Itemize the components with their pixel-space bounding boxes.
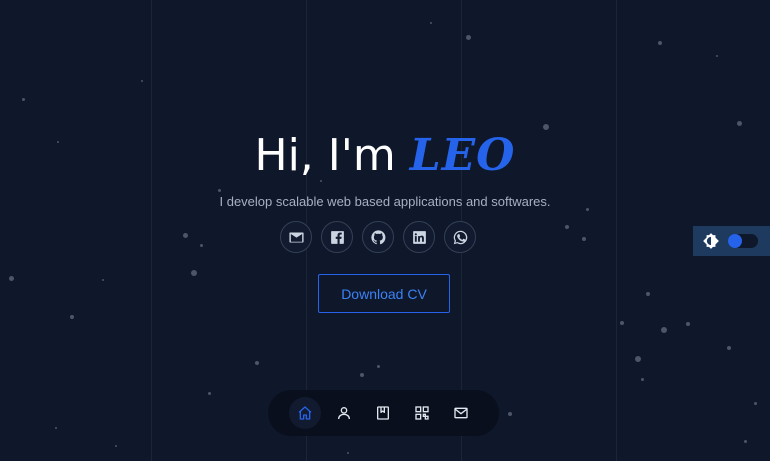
background-particle bbox=[183, 233, 188, 238]
user-icon bbox=[338, 407, 350, 420]
grid-icon bbox=[415, 406, 429, 420]
brightness-icon bbox=[703, 233, 719, 249]
background-particle bbox=[646, 292, 650, 296]
whatsapp-link[interactable] bbox=[444, 221, 476, 253]
nav-experience[interactable] bbox=[367, 397, 399, 429]
background-particle bbox=[661, 327, 667, 333]
hero-section: Hi, I'm LEO I develop scalable web based… bbox=[0, 128, 770, 209]
background-particle bbox=[115, 445, 117, 447]
background-particle bbox=[70, 315, 74, 319]
email-link[interactable] bbox=[280, 221, 312, 253]
background-particle bbox=[737, 121, 742, 126]
mail-icon bbox=[288, 232, 304, 242]
background-particle bbox=[377, 365, 380, 368]
background-particle bbox=[360, 373, 364, 377]
background-particle bbox=[754, 402, 757, 405]
bottom-navigation bbox=[268, 390, 499, 436]
social-links bbox=[280, 221, 476, 253]
background-particle bbox=[716, 55, 718, 57]
theme-toggle[interactable] bbox=[693, 226, 770, 256]
background-particle bbox=[635, 356, 641, 362]
mail-icon bbox=[454, 407, 468, 419]
background-particle bbox=[141, 80, 143, 82]
github-link[interactable] bbox=[362, 221, 394, 253]
background-particle bbox=[508, 412, 512, 416]
facebook-link[interactable] bbox=[321, 221, 353, 253]
bookmark-icon bbox=[377, 406, 389, 420]
nav-about[interactable] bbox=[328, 397, 360, 429]
background-particle bbox=[102, 279, 104, 281]
switch-knob bbox=[728, 234, 742, 248]
download-cv-button[interactable]: Download CV bbox=[318, 274, 450, 313]
nav-home[interactable] bbox=[289, 397, 321, 429]
background-particle bbox=[430, 22, 432, 24]
background-particle bbox=[466, 35, 471, 40]
hero-name: LEO bbox=[409, 130, 516, 181]
nav-portfolio[interactable] bbox=[406, 397, 438, 429]
github-icon bbox=[370, 229, 385, 244]
hero-greeting: Hi, I'm bbox=[254, 130, 396, 181]
background-particle bbox=[686, 322, 690, 326]
background-particle bbox=[255, 361, 259, 365]
linkedin-icon bbox=[412, 230, 426, 244]
background-particle bbox=[620, 321, 624, 325]
whatsapp-icon bbox=[453, 230, 467, 244]
hero-tagline: I develop scalable web based application… bbox=[219, 194, 551, 209]
background-particle bbox=[191, 270, 197, 276]
dark-mode-switch[interactable] bbox=[728, 234, 758, 248]
background-particle bbox=[744, 440, 747, 443]
hero-heading: Hi, I'm LEO bbox=[0, 128, 770, 184]
background-particle bbox=[55, 427, 57, 429]
background-particle bbox=[22, 98, 25, 101]
background-particle bbox=[641, 378, 644, 381]
nav-contact[interactable] bbox=[445, 397, 477, 429]
background-particle bbox=[208, 392, 211, 395]
background-particle bbox=[658, 41, 662, 45]
background-particle bbox=[582, 237, 586, 241]
background-grid-line bbox=[151, 0, 152, 461]
home-icon bbox=[298, 406, 312, 420]
background-grid-line bbox=[616, 0, 617, 461]
background-particle bbox=[347, 452, 349, 454]
background-particle bbox=[200, 244, 203, 247]
linkedin-link[interactable] bbox=[403, 221, 435, 253]
background-particle bbox=[727, 346, 731, 350]
facebook-icon bbox=[330, 230, 344, 244]
background-particle bbox=[9, 276, 14, 281]
background-particle bbox=[565, 225, 569, 229]
